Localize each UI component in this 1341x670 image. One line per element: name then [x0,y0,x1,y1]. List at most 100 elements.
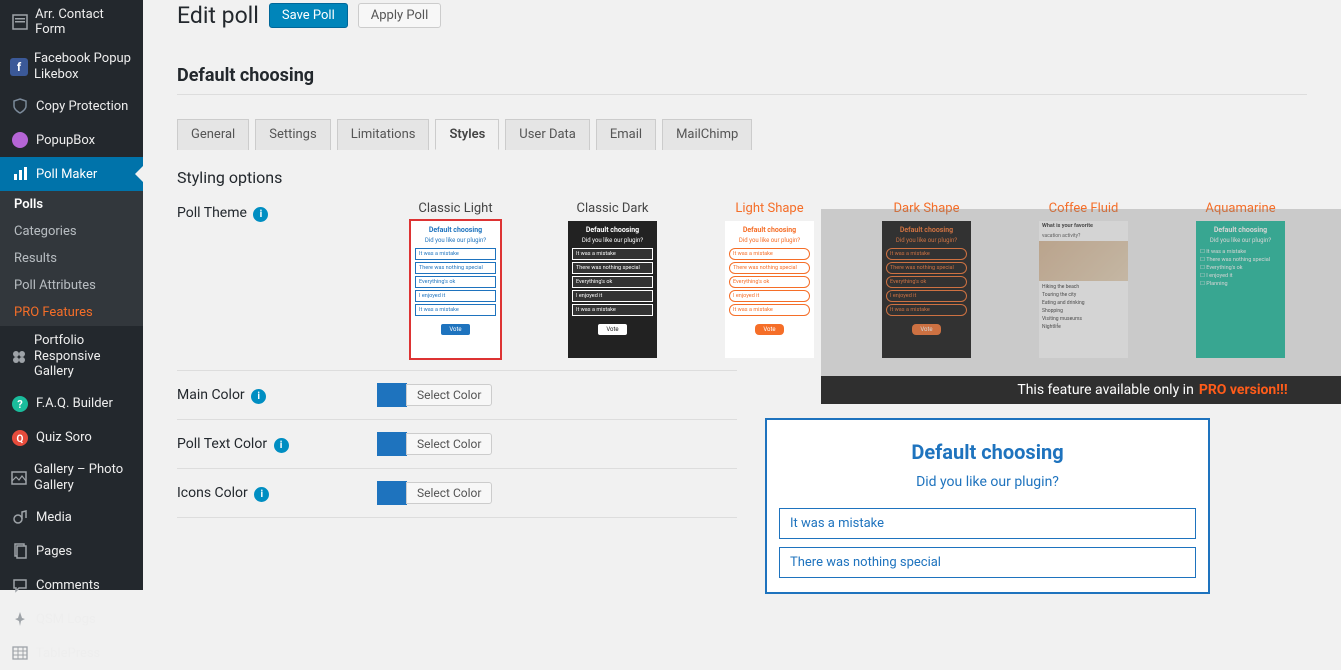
sidebar-item-comments[interactable]: Comments [0,568,143,602]
gallery-icon [10,468,28,488]
admin-sidebar: Arr. Contact Form f Facebook Popup Likeb… [0,0,143,590]
theme-name: Classic Light [377,201,534,216]
sidebar-item-label: PopupBox [36,133,95,148]
sidebar-sub-polls[interactable]: Polls [0,191,143,218]
divider [177,419,737,420]
theme-card[interactable]: Default choosingDid you like our plugin?… [1196,221,1285,358]
sidebar-item-poll-maker[interactable]: Poll Maker [0,157,143,191]
info-icon[interactable]: i [274,438,289,453]
info-icon[interactable]: i [251,389,266,404]
theme-aq[interactable]: Aquamarine Default choosingDid you like o… [1162,201,1319,358]
sidebar-item-label: Media [36,510,72,525]
media-icon [10,507,30,527]
color-label: Main Color i [177,383,377,404]
pro-banner: This feature available only in PRO versi… [821,376,1341,404]
sidebar-item-pages[interactable]: Pages [0,534,143,568]
popup-icon [10,130,30,150]
sidebar-item-contact-form[interactable]: Arr. Contact Form [0,0,143,44]
sidebar-sub-pro-features[interactable]: PRO Features [0,299,143,326]
theme-cl[interactable]: Classic Light Default choosingDid you lik… [377,201,534,358]
color-swatch[interactable] [377,383,407,407]
select-color-button[interactable]: Select Color [406,433,492,455]
color-swatch[interactable] [377,432,407,456]
apply-poll-button[interactable]: Apply Poll [358,3,441,28]
theme-ls[interactable]: Light Shape Default choosingDid you like … [691,201,848,358]
theme-ds[interactable]: Dark ShapeDefault choosingDid you like o… [848,201,1005,358]
svg-text:f: f [17,60,22,74]
sidebar-item-facebook-popup[interactable]: f Facebook Popup Likebox [0,44,143,89]
poll-icon [10,164,30,184]
color-label: Poll Text Color i [177,432,377,453]
color-row: Main Color i Select Color [177,383,737,407]
color-row: Icons Color iSelect Color [177,481,737,505]
table-icon [10,643,30,663]
sidebar-item-label: Arr. Contact Form [35,7,133,37]
theme-name: Coffee Fluid [1005,201,1162,216]
theme-card[interactable]: Default choosingDid you like our plugin?… [568,221,657,358]
sidebar-item-label: Pages [36,544,72,559]
tab-mailchimp[interactable]: MailChimp [662,119,752,150]
pin-icon [10,609,30,629]
tab-limitations[interactable]: Limitations [337,119,430,150]
save-poll-button[interactable]: Save Poll [269,3,348,28]
styling-heading: Styling options [177,168,1341,187]
preview-question: Did you like our plugin? [779,474,1196,490]
page-title: Edit poll [177,2,259,29]
facebook-icon: f [10,57,28,77]
theme-cd[interactable]: Classic Dark Default choosingDid you like… [534,201,691,358]
quiz-icon: Q [10,428,30,448]
sidebar-sub-attributes[interactable]: Poll Attributes [0,272,143,299]
sidebar-sub-results[interactable]: Results [0,245,143,272]
tab-bar: General Settings Limitations Styles User… [177,119,1341,150]
svg-text:?: ? [17,398,23,411]
sidebar-item-label: Quiz Soro [36,430,92,445]
info-icon[interactable]: i [253,207,268,222]
tab-settings[interactable]: Settings [255,119,330,150]
shield-icon [10,96,30,116]
divider [177,370,737,371]
sidebar-item-popupbox[interactable]: PopupBox [0,123,143,157]
divider [177,468,737,469]
select-color-button[interactable]: Select Color [406,384,492,406]
divider [177,517,737,518]
main-content: Edit poll Save Poll Apply Poll Default c… [143,0,1341,590]
sidebar-item-label: QSM Logs [36,612,96,627]
theme-name: Aquamarine [1162,201,1319,216]
theme-card[interactable]: Default choosingDid you like our plugin?… [411,221,500,358]
sidebar-item-label: Copy Protection [36,99,128,114]
pro-version-link[interactable]: PRO version!!! [1199,382,1288,398]
sidebar-item-label: Comments [36,578,100,593]
tab-email[interactable]: Email [596,119,656,150]
divider [177,94,1307,95]
theme-cf[interactable]: Coffee Fluid What is your favoritevacatio… [1005,201,1162,358]
tab-styles[interactable]: Styles [435,119,499,150]
sidebar-item-copy-protection[interactable]: Copy Protection [0,89,143,123]
sidebar-item-label: F.A.Q. Builder [36,396,113,411]
theme-card[interactable]: Default choosingDid you like our plugin?… [882,221,971,358]
color-row: Poll Text Color i Select Color [177,432,737,456]
preview-option[interactable]: It was a mistake [779,508,1196,539]
tab-general[interactable]: General [177,119,249,150]
tab-user-data[interactable]: User Data [505,119,590,150]
sidebar-item-portfolio[interactable]: Portfolio Responsive Gallery [0,326,143,387]
sidebar-item-tablepress[interactable]: TablePress [0,636,143,670]
theme-card[interactable]: Default choosingDid you like our plugin?… [725,221,814,358]
preview-title: Default choosing [779,440,1196,464]
sidebar-sub-categories[interactable]: Categories [0,218,143,245]
sidebar-item-quiz[interactable]: Q Quiz Soro [0,421,143,455]
theme-name: Classic Dark [534,201,691,216]
preview-option[interactable]: There was nothing special [779,547,1196,578]
sidebar-item-gallery[interactable]: Gallery – Photo Gallery [0,455,143,500]
sidebar-item-qsm-logs[interactable]: QSM Logs [0,602,143,636]
comments-icon [10,575,30,595]
select-color-button[interactable]: Select Color [406,482,492,504]
sidebar-item-faq[interactable]: ? F.A.Q. Builder [0,387,143,421]
info-icon[interactable]: i [254,487,269,502]
sidebar-item-label: Gallery – Photo Gallery [34,462,133,493]
theme-name: Light Shape [691,201,848,216]
sidebar-item-media[interactable]: Media [0,500,143,534]
color-swatch[interactable] [377,481,407,505]
section-heading: Default choosing [177,65,1341,86]
poll-theme-label: Poll Theme i [177,201,377,222]
theme-card[interactable]: What is your favoritevacation activity?H… [1039,221,1128,358]
